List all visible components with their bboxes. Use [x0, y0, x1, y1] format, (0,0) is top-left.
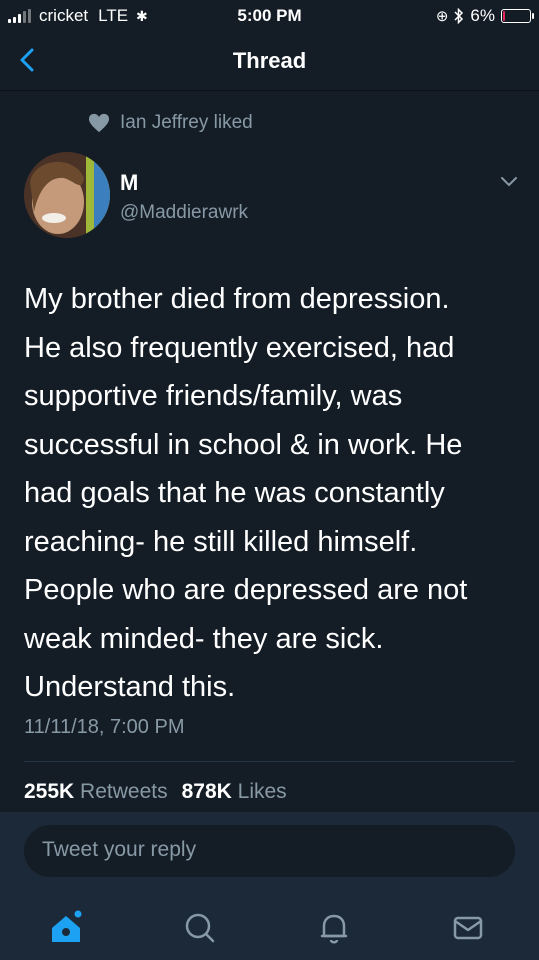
nav-bar: Thread — [0, 32, 539, 91]
reply-input[interactable]: Tweet your reply — [24, 825, 515, 877]
tweet-stats: 255K Retweets 878K Likes — [24, 780, 287, 804]
search-icon — [185, 913, 215, 943]
battery-level — [503, 11, 505, 21]
bluetooth-icon — [454, 8, 464, 24]
tweet-text-line: People who are depressed are not — [24, 574, 468, 606]
orientation-lock-icon: ⊕ — [435, 8, 449, 25]
tweet-text-line: had goals that he was constantly — [24, 477, 445, 509]
heart-icon — [89, 113, 109, 133]
social-context[interactable]: Ian Jeffrey liked — [88, 112, 253, 134]
home-icon — [52, 910, 82, 942]
status-right: ⊕ 6% — [435, 6, 534, 26]
likes-count: 878K — [181, 780, 232, 803]
social-context-text: Ian Jeffrey liked — [120, 112, 253, 133]
reply-bar: Tweet your reply — [0, 812, 539, 896]
battery-percent: 6% — [470, 6, 495, 25]
tweet-text-line: supportive friends/family, was — [24, 380, 403, 412]
tweet-text-line: successful in school & in work. He — [24, 428, 463, 461]
tab-messages[interactable] — [446, 906, 490, 950]
avatar[interactable] — [24, 152, 110, 238]
tab-notifications[interactable] — [312, 906, 356, 950]
chevron-down-icon — [501, 177, 517, 187]
battery-icon — [501, 9, 534, 23]
tweet-text-line: He also frequently exercised, had — [24, 331, 455, 364]
messages-icon — [453, 916, 483, 940]
divider — [24, 761, 515, 762]
tweet-timestamp: 11/11/18, 7:00 PM — [24, 716, 185, 738]
tab-search[interactable] — [178, 906, 222, 950]
tab-bar — [0, 896, 539, 960]
tweet-text-line: reaching- he still killed himself. — [24, 525, 418, 558]
tweet-text-line: weak minded- they are sick. — [24, 622, 384, 655]
likes-label: Likes — [237, 780, 287, 803]
retweets-count: 255K — [24, 780, 75, 803]
notifications-icon — [320, 914, 348, 944]
author-info[interactable]: M @Maddierawrk — [120, 170, 248, 224]
tab-home[interactable] — [44, 906, 88, 950]
author-name: M — [120, 170, 139, 195]
avatar-image — [24, 152, 110, 238]
tweet-text: My brother died from depression. He also… — [24, 275, 524, 712]
retweets-stat[interactable]: 255K Retweets — [24, 780, 168, 804]
status-bar: cricket LTE ✱ 5:00 PM ⊕ 6% — [0, 0, 539, 32]
author-handle: @Maddierawrk — [120, 202, 249, 223]
retweets-label: Retweets — [80, 780, 168, 803]
likes-stat[interactable]: 878K Likes — [182, 780, 287, 804]
tweet-text-line: My brother died from depression. — [24, 283, 450, 315]
tweet-text-line: Understand this. — [24, 671, 236, 703]
page-title: Thread — [232, 48, 307, 73]
tweet-menu-button[interactable] — [499, 174, 519, 188]
